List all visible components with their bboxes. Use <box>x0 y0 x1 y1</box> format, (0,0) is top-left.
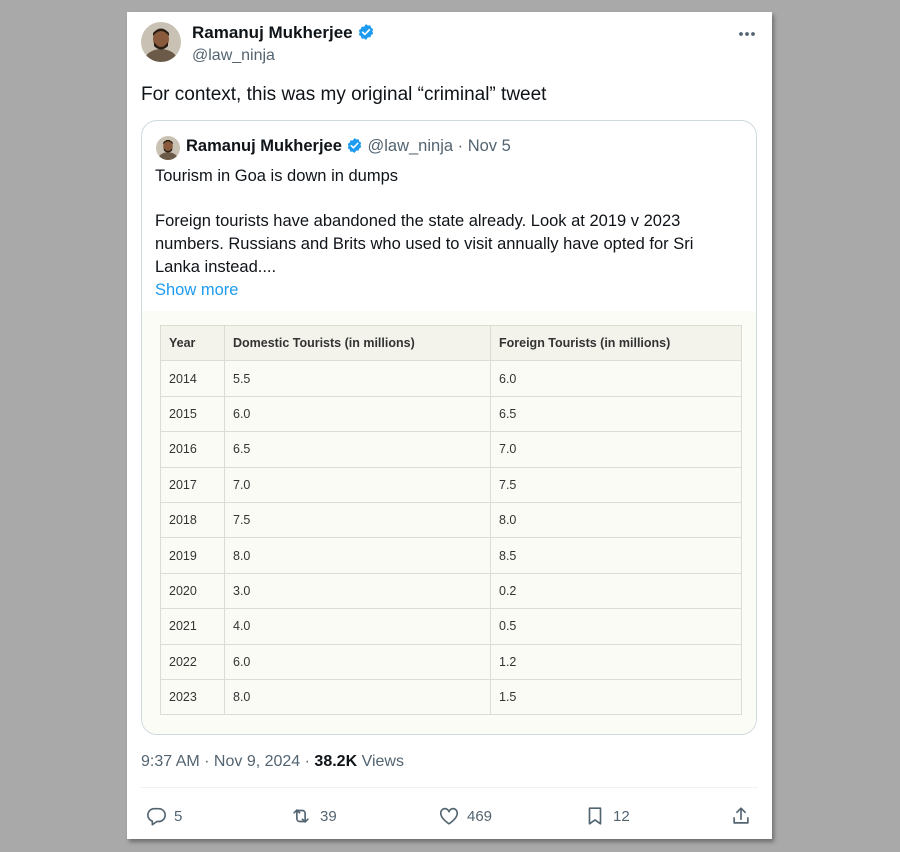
column-header: Foreign Tourists (in millions) <box>490 324 742 362</box>
table-row: 2019 8.0 8.5 <box>160 537 742 574</box>
table-cell: 8.5 <box>490 537 742 574</box>
table-row: 2015 6.0 6.5 <box>160 395 742 433</box>
share-button[interactable] <box>730 805 759 827</box>
table-cell: 3.0 <box>224 572 491 610</box>
table-cell: 7.0 <box>224 466 491 503</box>
table-row: 2022 6.0 1.2 <box>160 643 742 680</box>
table-cell: 2017 <box>160 466 225 503</box>
table-cell: 6.5 <box>224 431 491 468</box>
column-header: Domestic Tourists (in millions) <box>224 324 491 362</box>
quoted-header: Ramanuj Mukherjee @law_ninja · Nov 5 <box>186 137 511 159</box>
table-cell: 8.0 <box>224 537 491 574</box>
avatar[interactable] <box>141 22 181 62</box>
quoted-avatar[interactable] <box>156 136 180 160</box>
table-cell: 7.5 <box>490 466 742 503</box>
table-cell: 1.5 <box>490 678 742 716</box>
author-handle[interactable]: @law_ninja <box>192 47 275 65</box>
divider <box>141 787 758 788</box>
timestamp-text[interactable]: 9:37 AM · Nov 9, 2024 · <box>141 753 314 770</box>
more-options-icon[interactable] <box>738 26 756 37</box>
quoted-author-name[interactable]: Ramanuj Mukherjee <box>186 137 342 155</box>
reply-count: 5 <box>174 807 183 825</box>
quoted-image[interactable]: Year Domestic Tourists (in millions) For… <box>142 311 756 734</box>
tweet-card: Ramanuj Mukherjee @law_ninja For context… <box>127 12 772 839</box>
quoted-body: Tourism in Goa is down in dumps Foreign … <box>155 165 735 302</box>
repost-icon <box>293 809 309 823</box>
tourism-table: Year Domestic Tourists (in millions) For… <box>160 324 742 716</box>
bookmark-icon <box>588 807 602 825</box>
quoted-meta: @law_ninja · Nov 5 <box>367 137 511 155</box>
table-row: 2018 7.5 8.0 <box>160 501 742 539</box>
table-cell: 2015 <box>160 395 225 433</box>
table-row: 2014 5.5 6.0 <box>160 360 742 397</box>
like-count: 469 <box>467 807 493 825</box>
table-cell: 8.0 <box>224 678 491 716</box>
verified-badge-icon <box>346 137 363 159</box>
bookmark-button[interactable]: 12 <box>584 805 630 827</box>
table-cell: 4.0 <box>224 608 491 645</box>
quoted-text-line: Tourism in Goa is down in dumps <box>155 167 399 185</box>
table-row: 2021 4.0 0.5 <box>160 608 742 645</box>
table-cell: 6.5 <box>490 395 742 433</box>
table-cell: 8.0 <box>490 501 742 539</box>
table-cell: 6.0 <box>224 643 491 680</box>
table-cell: 1.2 <box>490 643 742 680</box>
table-row: 2017 7.0 7.5 <box>160 466 742 503</box>
table-cell: 2014 <box>160 360 225 397</box>
table-cell: 6.0 <box>224 395 491 433</box>
table-row: 2023 8.0 1.5 <box>160 678 742 716</box>
tweet-text: For context, this was my original “crimi… <box>141 84 547 105</box>
table-cell: 0.2 <box>490 572 742 610</box>
author-name[interactable]: Ramanuj Mukherjee <box>192 23 375 46</box>
table-cell: 2019 <box>160 537 225 574</box>
quoted-text-line: Foreign tourists have abandoned the stat… <box>155 212 694 276</box>
tweet-timestamp[interactable]: 9:37 AM · Nov 9, 2024 · 38.2K Views <box>141 753 404 771</box>
table-cell: 6.0 <box>490 360 742 397</box>
verified-badge-icon <box>357 23 375 46</box>
table-cell: 7.5 <box>224 501 491 539</box>
column-header: Year <box>160 324 225 362</box>
table-cell: 7.0 <box>490 431 742 468</box>
table-cell: 2020 <box>160 572 225 610</box>
table-cell: 2018 <box>160 501 225 539</box>
table-cell: 2016 <box>160 431 225 468</box>
share-icon <box>733 807 749 824</box>
table-row: 2016 6.5 7.0 <box>160 431 742 468</box>
table-cell: 0.5 <box>490 608 742 645</box>
views-label: Views <box>357 753 404 770</box>
repost-count: 39 <box>320 807 337 825</box>
bookmark-count: 12 <box>613 807 630 825</box>
reply-icon <box>147 807 166 826</box>
table-cell: 2021 <box>160 608 225 645</box>
show-more-link[interactable]: Show more <box>155 279 735 302</box>
table-cell: 2023 <box>160 678 225 716</box>
table-header-row: Year Domestic Tourists (in millions) For… <box>160 324 742 362</box>
table-cell: 5.5 <box>224 360 491 397</box>
quoted-tweet[interactable]: Ramanuj Mukherjee @law_ninja · Nov 5 Tou… <box>141 120 757 735</box>
table-cell: 2022 <box>160 643 225 680</box>
reply-button[interactable]: 5 <box>145 805 182 827</box>
repost-button[interactable]: 39 <box>289 805 337 827</box>
heart-icon <box>439 807 459 825</box>
table-row: 2020 3.0 0.2 <box>160 572 742 610</box>
like-button[interactable]: 469 <box>438 805 492 827</box>
views-count: 38.2K <box>314 753 358 770</box>
